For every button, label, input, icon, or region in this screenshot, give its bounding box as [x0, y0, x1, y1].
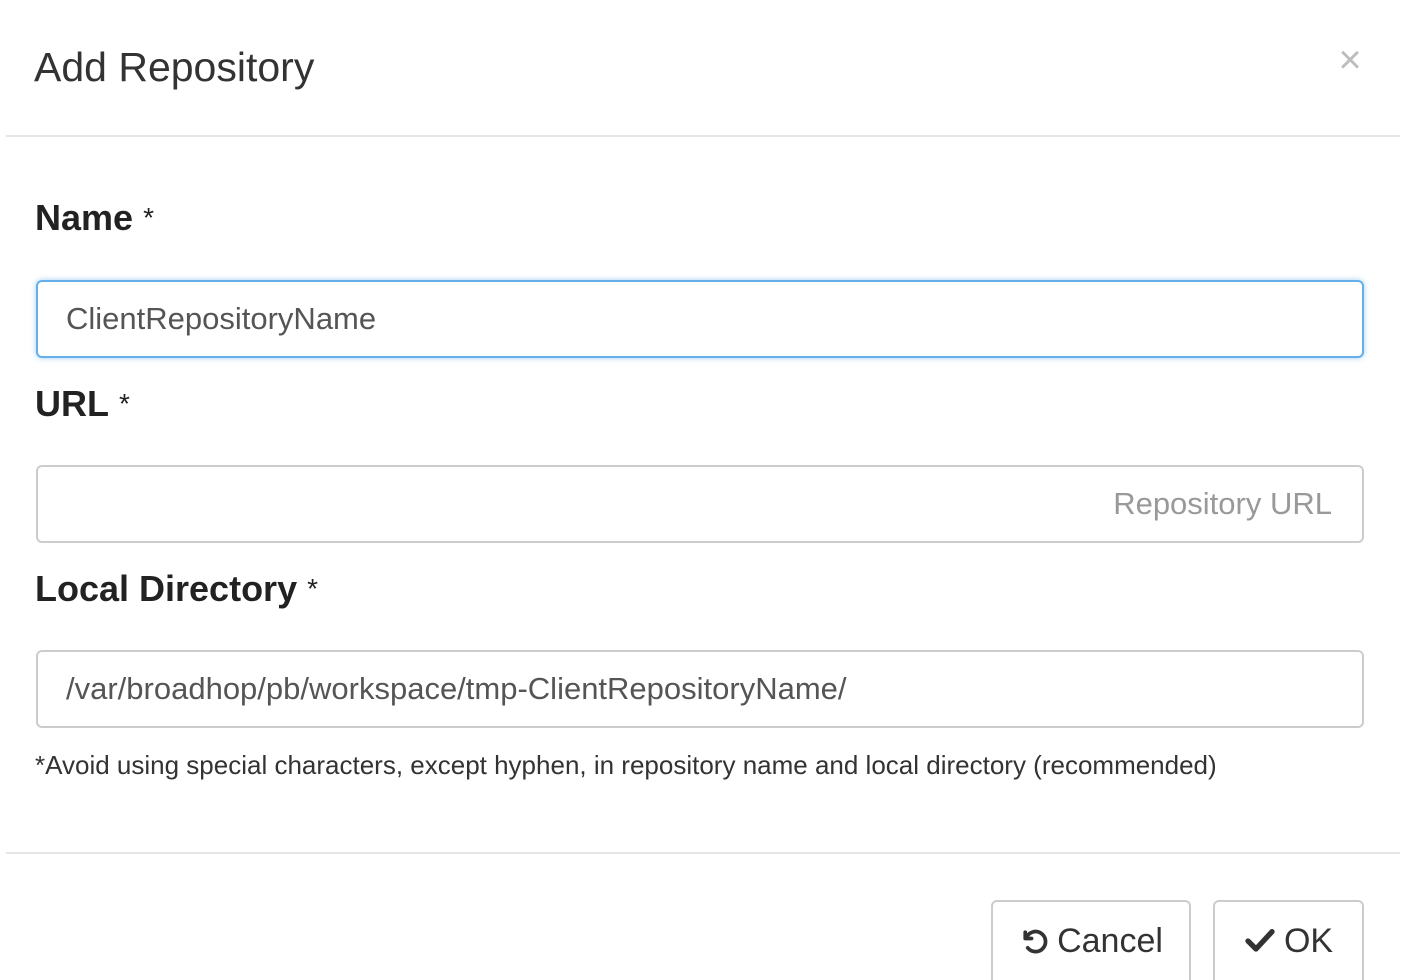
dialog-title: Add Repository — [34, 44, 315, 90]
ok-button[interactable]: OK — [1213, 900, 1364, 980]
cancel-button-label: Cancel — [1057, 921, 1163, 960]
name-input[interactable] — [36, 280, 1364, 358]
url-label: URL * — [35, 384, 130, 424]
name-label: Name * — [35, 198, 154, 238]
special-characters-hint: *Avoid using special characters, except … — [35, 750, 1217, 780]
ok-button-label: OK — [1283, 921, 1334, 960]
dialog-header: Add Repository × — [0, 0, 1404, 136]
local-directory-label-text: Local Directory — [35, 568, 298, 609]
close-icon[interactable]: × — [1330, 40, 1370, 80]
name-label-text: Name — [35, 197, 134, 238]
header-divider — [6, 135, 1400, 137]
undo-icon — [1019, 926, 1049, 956]
url-required-marker: * — [119, 388, 130, 419]
footer-divider — [6, 852, 1400, 854]
check-icon — [1244, 927, 1276, 955]
name-required-marker: * — [143, 202, 154, 233]
local-directory-required-marker: * — [307, 573, 318, 604]
cancel-button[interactable]: Cancel — [991, 900, 1191, 980]
local-directory-label: Local Directory * — [35, 569, 318, 609]
url-input[interactable] — [36, 465, 1364, 543]
url-label-text: URL — [35, 383, 109, 424]
local-directory-input[interactable] — [36, 650, 1364, 728]
